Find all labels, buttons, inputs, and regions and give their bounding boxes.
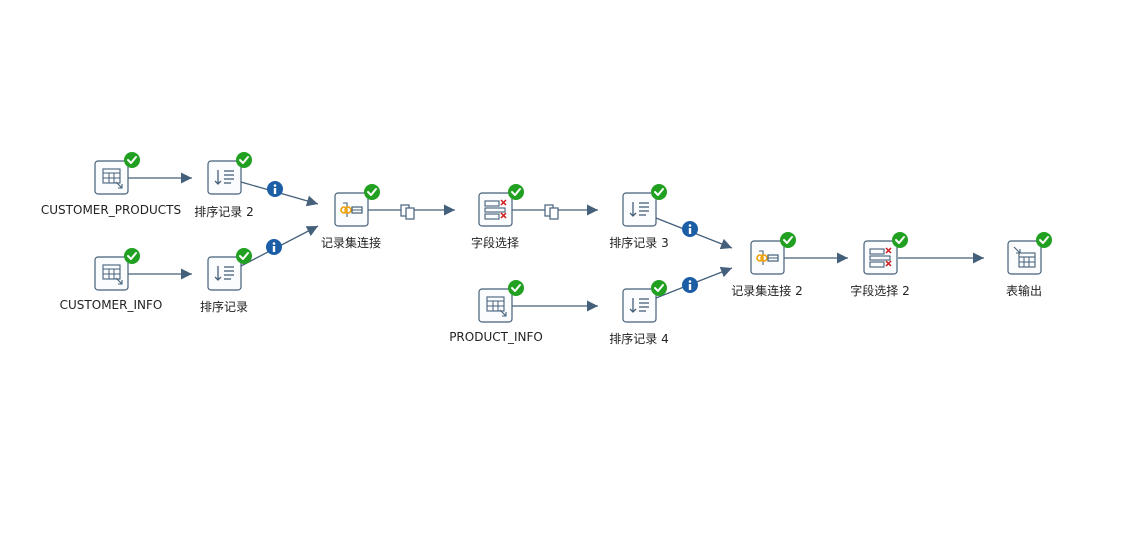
copy-rows-icon[interactable] xyxy=(400,204,415,220)
info-icon[interactable] xyxy=(266,239,282,255)
step-label-join1: 记录集连接 xyxy=(320,236,382,250)
step-label-sort4: 排序记录 4 xyxy=(609,332,669,346)
info-icon[interactable] xyxy=(682,221,698,237)
info-icon[interactable] xyxy=(682,277,698,293)
step-join2[interactable] xyxy=(750,231,797,275)
check-icon xyxy=(891,231,909,249)
check-icon xyxy=(235,151,253,169)
step-sort2[interactable] xyxy=(207,151,253,195)
step-label-sort2: 排序记录 2 xyxy=(194,205,254,219)
step-label-select1: 字段选择 xyxy=(470,236,520,250)
check-icon xyxy=(123,247,141,265)
check-icon xyxy=(363,183,381,201)
step-label-table-output: 表输出 xyxy=(1005,284,1043,298)
step-join1[interactable] xyxy=(334,183,381,227)
step-select1[interactable] xyxy=(478,183,525,227)
step-label-select2: 字段选择 2 xyxy=(850,284,910,298)
step-sort4[interactable] xyxy=(622,279,668,323)
check-icon xyxy=(507,279,525,297)
step-sort1[interactable] xyxy=(207,247,253,291)
step-label-customer-products: CUSTOMER_PRODUCTS xyxy=(40,203,182,217)
check-icon xyxy=(650,183,668,201)
step-product-info[interactable] xyxy=(478,279,525,323)
step-select2[interactable] xyxy=(863,231,909,275)
transformation-canvas[interactable] xyxy=(0,0,1124,535)
check-icon xyxy=(507,183,525,201)
step-label-sort1: 排序记录 xyxy=(199,300,249,314)
step-label-join2: 记录集连接 2 xyxy=(731,284,803,298)
step-label-sort3: 排序记录 3 xyxy=(609,236,669,250)
step-table-output[interactable] xyxy=(1007,231,1053,275)
check-icon xyxy=(650,279,668,297)
step-label-customer-info: CUSTOMER_INFO xyxy=(59,298,163,312)
step-label-product-info: PRODUCT_INFO xyxy=(449,330,543,344)
check-icon xyxy=(1035,231,1053,249)
copy-rows-icon[interactable] xyxy=(544,204,559,220)
check-icon xyxy=(779,231,797,249)
step-customer-info[interactable] xyxy=(94,247,141,291)
check-icon xyxy=(123,151,141,169)
step-customer-products[interactable] xyxy=(94,151,141,195)
info-icon[interactable] xyxy=(267,181,283,197)
check-icon xyxy=(235,247,253,265)
